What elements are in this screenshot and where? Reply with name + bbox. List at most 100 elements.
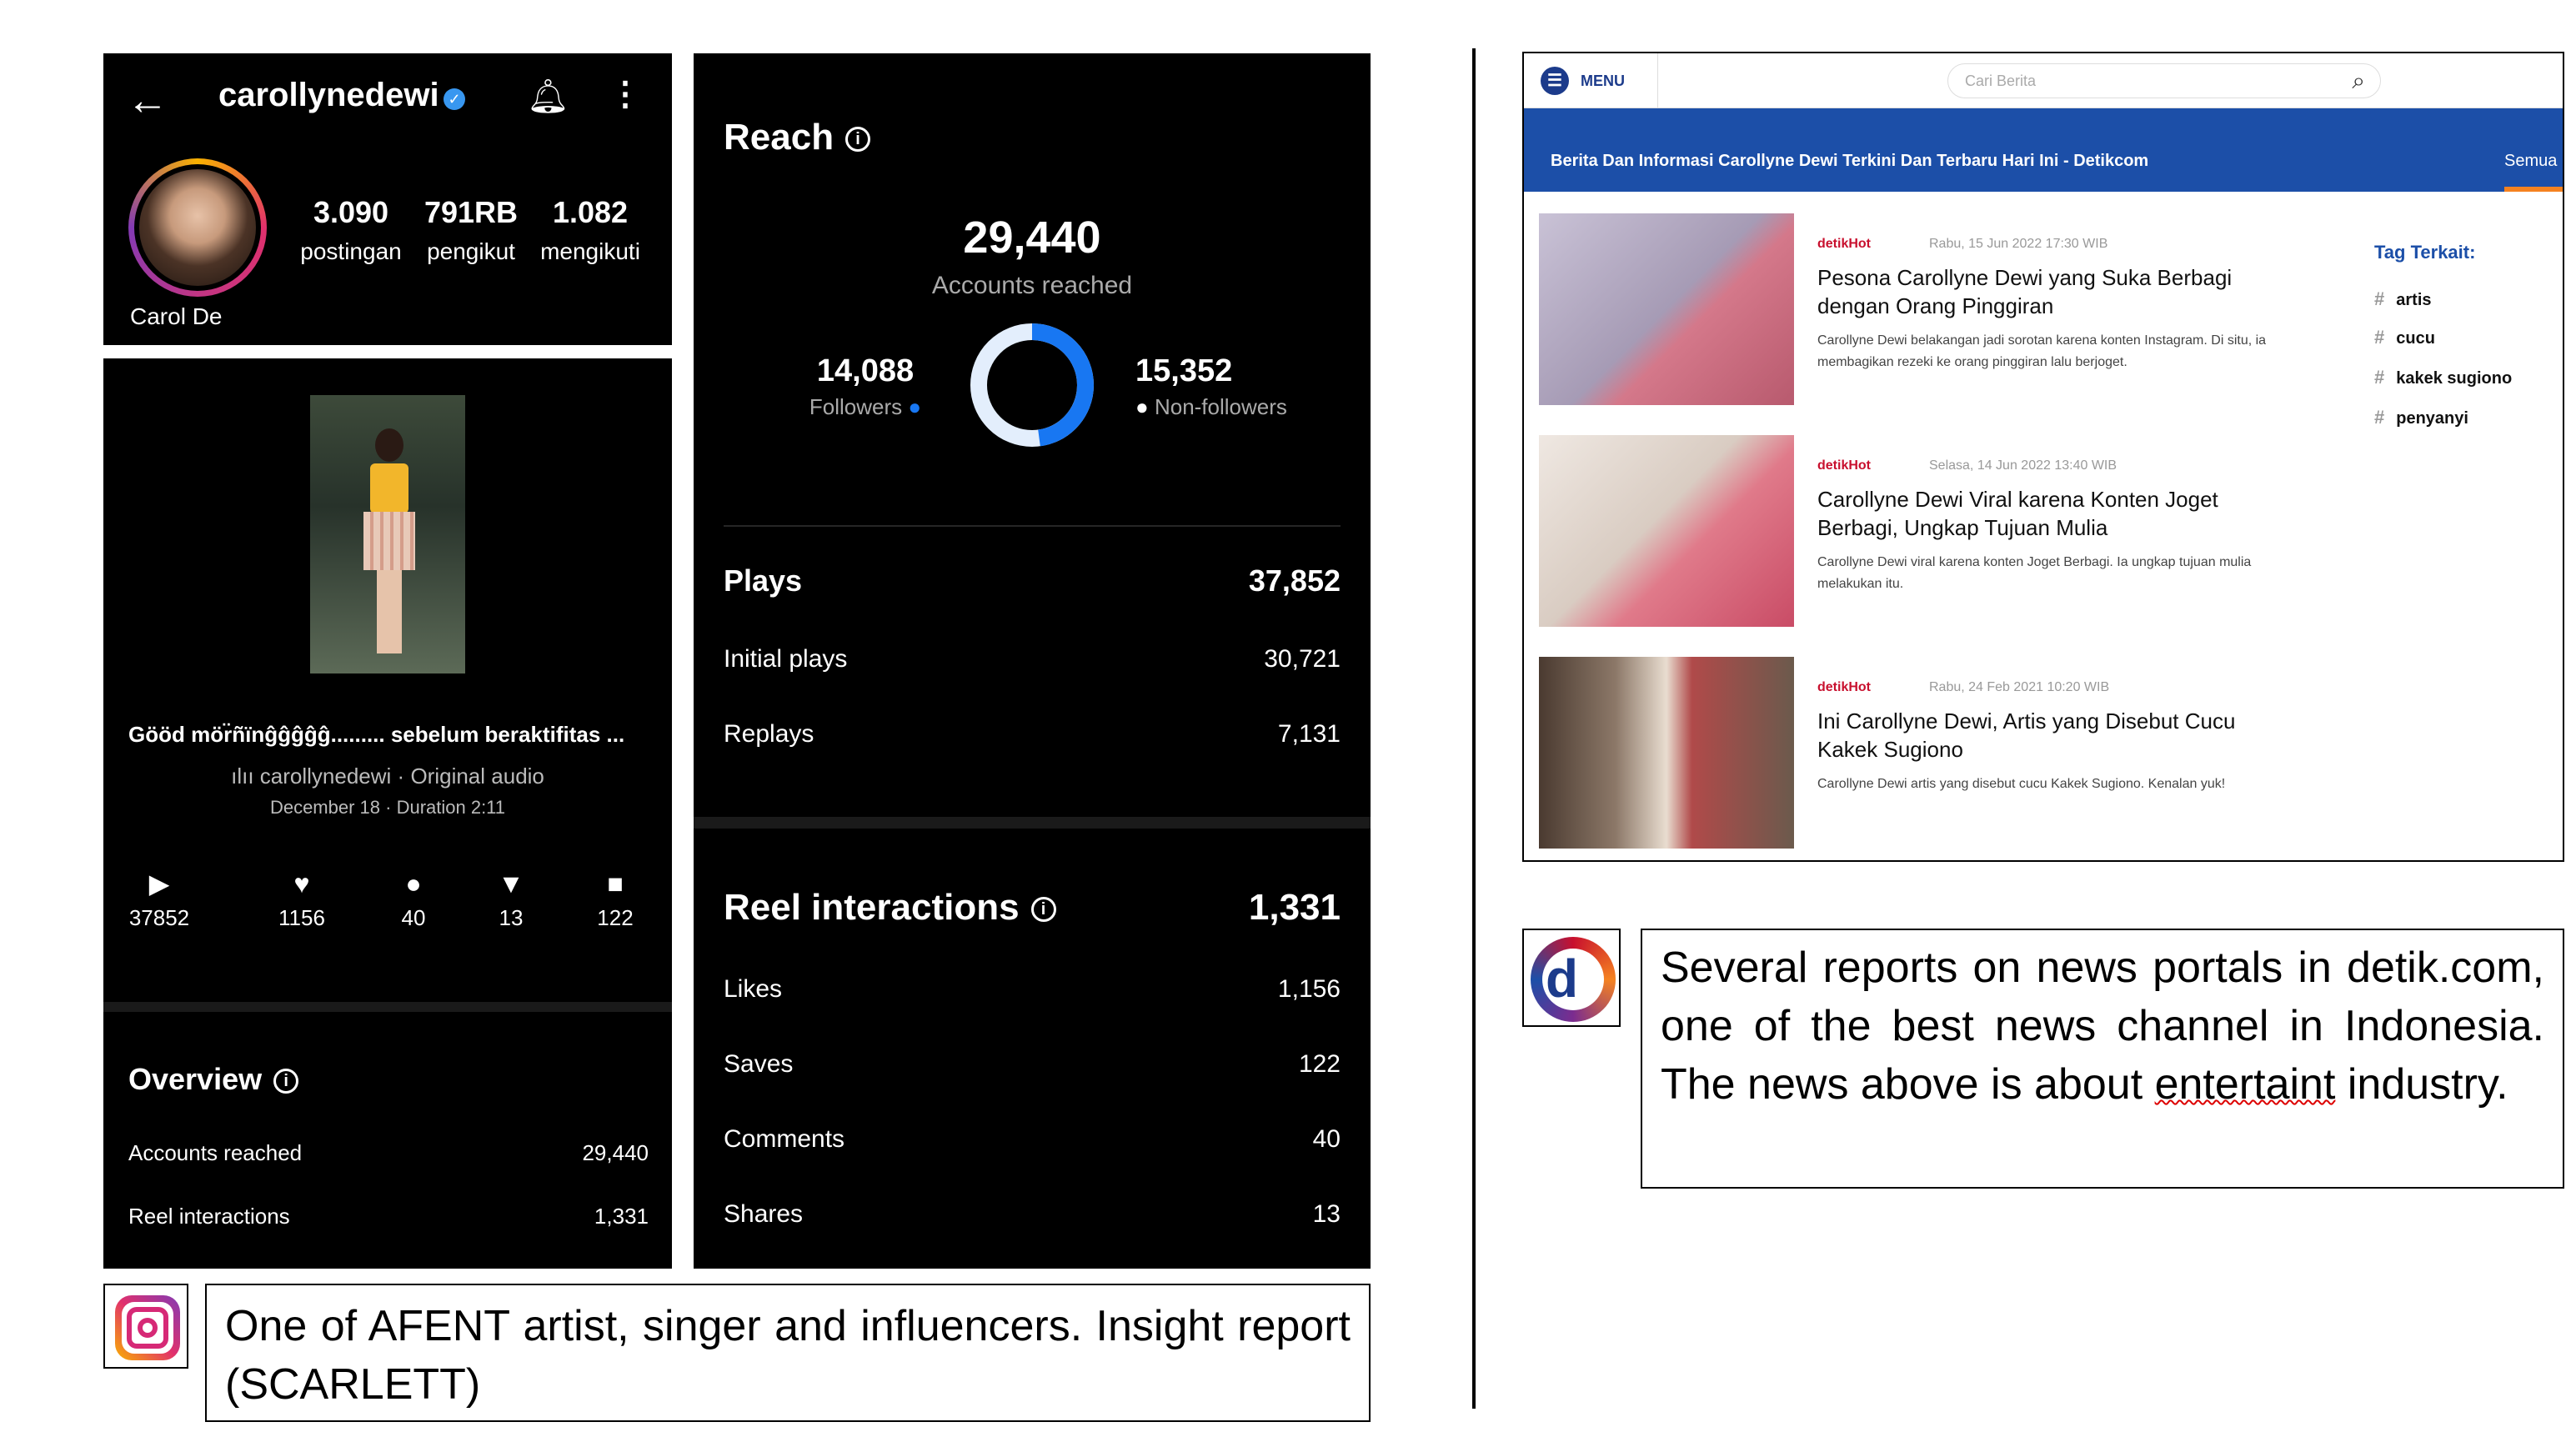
detik-news-page: ☰ MENU Cari Berita ⌕ Berita Dan Informas…	[1522, 52, 2564, 862]
initial-plays-label: Initial plays	[724, 645, 848, 673]
notification-bell-icon[interactable]: 🔔︎	[527, 77, 569, 116]
likes-label: Likes	[724, 975, 783, 1003]
article-date: Rabu, 15 Jun 2022 17:30 WIB	[1929, 237, 2108, 251]
bookmark-icon: ■	[607, 869, 624, 899]
stat-followers-value: 791RB	[423, 195, 519, 229]
article-title[interactable]: Ini Carollyne Dewi, Artis yang Disebut C…	[1817, 707, 2284, 764]
stat-following-value: 1.082	[552, 195, 629, 229]
stat-followers-label: pengikut	[427, 238, 515, 264]
profile-avatar[interactable]	[128, 158, 267, 297]
section-divider	[694, 817, 1371, 829]
hash-icon: #	[2374, 407, 2385, 428]
verified-badge-icon: ✓	[444, 88, 465, 110]
overview-row-interactions: Reel interactions 1,331	[128, 1204, 649, 1229]
tag-link[interactable]: # artis	[2374, 288, 2432, 310]
comments-label: Comments	[724, 1125, 845, 1153]
article-source[interactable]: detikHot	[1817, 458, 1871, 473]
reach-title: Reach i	[724, 117, 871, 158]
stat-posts-label: postingan	[300, 238, 402, 264]
article-item[interactable]: detikHot Rabu, 24 Feb 2021 10:20 WIB Ini…	[1539, 657, 2339, 849]
tag-link[interactable]: # cucu	[2374, 327, 2435, 348]
followers-label: Followers	[809, 394, 903, 419]
article-description: Carollyne Dewi artis yang disebut cucu K…	[1817, 777, 2226, 791]
share-icon: ▼	[498, 869, 524, 899]
menu-button[interactable]: ☰ MENU	[1541, 67, 1625, 95]
replays-label: Replays	[724, 720, 814, 748]
shares-label: Shares	[724, 1200, 804, 1228]
hamburger-icon: ☰	[1541, 67, 1569, 95]
article-thumbnail[interactable]	[1539, 657, 1794, 849]
comment-icon: ●	[405, 869, 422, 899]
vertical-divider	[1472, 48, 1476, 1409]
info-icon[interactable]: i	[1030, 897, 1056, 923]
audio-label: Original audio	[410, 764, 544, 789]
back-arrow-icon[interactable]: ←	[127, 79, 168, 121]
tag-link[interactable]: # penyanyi	[2374, 407, 2468, 428]
heart-icon: ♥	[293, 869, 310, 899]
followers-dot-icon: ●	[908, 394, 922, 419]
metric-shares-value: 13	[499, 905, 524, 930]
stat-followers[interactable]: 791RB pengikut	[417, 195, 525, 265]
tag-link[interactable]: # kakek sugiono	[2374, 367, 2512, 388]
reel-audio-line[interactable]: ılıı carollynedewi · Original audio	[103, 764, 672, 789]
metric-saves: ■ 122	[578, 869, 653, 931]
overview-row-value: 29,440	[582, 1140, 649, 1165]
article-thumbnail[interactable]	[1539, 435, 1794, 627]
profile-display-name: Carol De	[130, 303, 223, 329]
reel-thumbnail[interactable]	[310, 395, 465, 673]
detik-page-title: Berita Dan Informasi Carollyne Dewi Terk…	[1551, 152, 2149, 170]
comments-value: 40	[1312, 1125, 1341, 1153]
saves-row: Saves 122	[724, 1050, 1341, 1079]
tag-label: kakek sugiono	[2396, 369, 2513, 388]
stat-posts-value: 3.090	[313, 195, 389, 229]
more-options-icon[interactable]: ⋮	[609, 75, 642, 113]
audio-username: carollynedewi	[259, 764, 392, 789]
section-divider	[103, 1002, 672, 1012]
overview-row-value: 1,331	[594, 1204, 649, 1229]
detik-caption-box: Several reports on news portals in detik…	[1641, 929, 2564, 1189]
metric-comments: ● 40	[376, 869, 451, 931]
stat-following[interactable]: 1.082 mengikuti	[532, 195, 649, 265]
article-item[interactable]: detikHot Selasa, 14 Jun 2022 13:40 WIB C…	[1539, 435, 2339, 627]
search-input[interactable]: Cari Berita ⌕	[1947, 63, 2381, 98]
overview-row-label: Accounts reached	[128, 1140, 303, 1165]
saves-label: Saves	[724, 1050, 794, 1078]
likes-value: 1,156	[1277, 975, 1341, 1003]
article-title[interactable]: Pesona Carollyne Dewi yang Suka Berbagi …	[1817, 263, 2284, 320]
article-item[interactable]: detikHot Rabu, 15 Jun 2022 17:30 WIB Pes…	[1539, 213, 2339, 405]
detik-caption-misspelled-word: entertaint	[2154, 1060, 2336, 1109]
info-icon[interactable]: i	[845, 127, 871, 153]
tab-semua[interactable]: Semua	[2504, 152, 2557, 171]
reel-panel: Gö̈ö̈d mö̈r̈ñïnĝĝĝĝĝ......... sebelum be…	[103, 358, 672, 1269]
nonfollowers-dot-icon: ●	[1135, 394, 1149, 419]
stat-posts[interactable]: 3.090 postingan	[297, 195, 405, 265]
likes-row: Likes 1,156	[724, 975, 1341, 1004]
article-description: Carollyne Dewi belakangan jadi sorotan k…	[1817, 333, 2267, 369]
audio-separator: ·	[397, 764, 405, 789]
stat-following-label: mengikuti	[540, 238, 640, 264]
article-title[interactable]: Carollyne Dewi Viral karena Konten Joget…	[1817, 485, 2284, 542]
metric-plays-value: 37852	[128, 905, 190, 930]
overview-title: Overview i	[128, 1062, 299, 1097]
audio-wave-icon: ılıı	[231, 764, 254, 789]
shares-row: Shares 13	[724, 1200, 1341, 1229]
article-source[interactable]: detikHot	[1817, 237, 1871, 252]
overview-row-accounts: Accounts reached 29,440	[128, 1140, 649, 1166]
reel-caption: Gö̈ö̈d mö̈r̈ñïnĝĝĝĝĝ......... sebelum be…	[128, 722, 625, 747]
detik-caption-text-end: industry.	[2335, 1060, 2508, 1109]
detik-title-bar: Berita Dan Informasi Carollyne Dewi Terk…	[1524, 108, 2563, 192]
search-icon[interactable]: ⌕	[2352, 68, 2365, 95]
article-thumbnail[interactable]	[1539, 213, 1794, 405]
article-source[interactable]: detikHot	[1817, 680, 1871, 695]
menu-label: MENU	[1581, 72, 1625, 89]
tag-label: penyanyi	[2396, 409, 2468, 428]
active-tab-underline	[2504, 187, 2563, 192]
article-date: Rabu, 24 Feb 2021 10:20 WIB	[1929, 680, 2110, 694]
article-description: Carollyne Dewi viral karena konten Joget…	[1817, 555, 2252, 591]
profile-username: carollynedewi	[218, 77, 439, 113]
metric-saves-value: 122	[597, 905, 634, 930]
initial-plays-row: Initial plays 30,721	[724, 645, 1341, 673]
info-icon[interactable]: i	[273, 1069, 299, 1094]
accounts-reached-label: Accounts reached	[931, 272, 1133, 299]
nonfollowers-label: Non-followers	[1154, 394, 1287, 419]
